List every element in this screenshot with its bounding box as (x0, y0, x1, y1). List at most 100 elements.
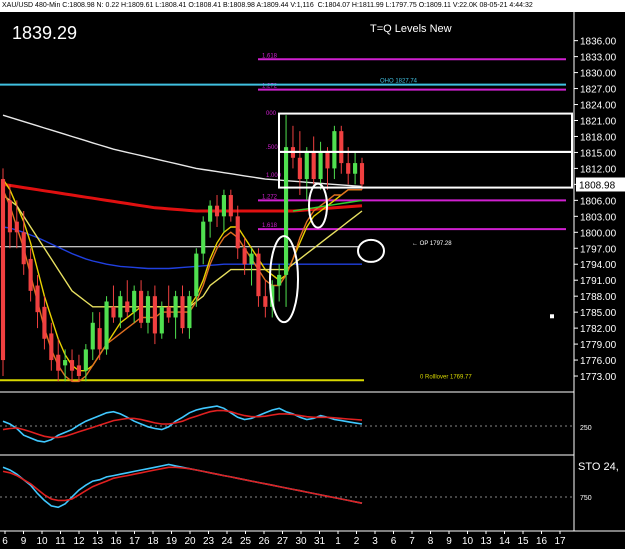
candle (359, 157, 365, 190)
annotation-circle (357, 238, 385, 263)
candle (339, 125, 344, 174)
candle-body (76, 365, 82, 377)
y-tick-label: 1812.00 (580, 164, 617, 175)
candle (111, 285, 116, 323)
price-chart[interactable]: 1836.001833.001830.001827.001824.001821.… (0, 0, 625, 549)
x-tick-label: 1 (335, 536, 341, 547)
y-tick-label: 1788.00 (580, 292, 617, 303)
big-price-display: 1839.29 (12, 23, 78, 43)
y-tick-label: 1785.00 (580, 308, 617, 319)
candle-body (7, 200, 12, 233)
candle-body (49, 333, 54, 361)
y-tick-label: 1836.00 (580, 37, 617, 48)
chart-title: T=Q Levels New (370, 23, 452, 35)
candle (311, 136, 316, 185)
candle (139, 280, 144, 329)
candle (28, 248, 33, 302)
candle-body (339, 131, 344, 164)
candle (228, 189, 233, 222)
candle (304, 147, 309, 201)
candle-body (152, 296, 157, 334)
candle-body (14, 221, 19, 233)
x-tick-label: 31 (314, 536, 326, 547)
candle (297, 131, 302, 196)
stochastic-line-1 (2, 466, 363, 504)
y-tick-label: 1782.00 (580, 324, 617, 335)
candle-body (332, 131, 337, 169)
candle-body (0, 179, 6, 361)
candle (235, 205, 240, 259)
candle-body (35, 285, 40, 313)
candle (214, 195, 220, 227)
candle (49, 322, 54, 371)
level-label: 1.272 (262, 194, 278, 200)
candle-body (118, 296, 123, 318)
candle (90, 312, 95, 361)
y-tick-label: 1779.00 (580, 340, 617, 351)
x-tick-label: 17 (554, 536, 566, 547)
moving-average-blue (2, 226, 362, 270)
candle-body (28, 258, 33, 291)
candle-body (221, 195, 226, 217)
x-tick-label: 9 (21, 536, 27, 547)
chart-window: XAU/USD 480-Min C:1808.98 N: 0.22 H:1809… (0, 0, 625, 549)
x-tick-label: 23 (203, 536, 215, 547)
y-tick-label: 1830.00 (580, 69, 617, 80)
oscillator-line-0 (2, 405, 363, 443)
y-tick-label: 1818.00 (580, 132, 617, 143)
candle-body (318, 152, 323, 180)
candle-body (201, 221, 206, 254)
x-tick-label: 13 (92, 536, 104, 547)
candle (221, 189, 226, 233)
y-tick-label: 1776.00 (580, 356, 617, 367)
candle (21, 211, 26, 275)
candle-body (83, 349, 88, 371)
y-tick-label: 1821.00 (580, 117, 617, 128)
x-tick-label: 16 (110, 536, 122, 547)
x-tick-label: 17 (129, 536, 141, 547)
y-tick-label: 1815.00 (580, 148, 617, 159)
stochastic-label: STO 24, (578, 461, 619, 473)
annotation-box-lower (278, 150, 573, 189)
y-tick-label: 1806.00 (580, 196, 617, 207)
candle-body (311, 152, 316, 180)
candle-body (159, 306, 164, 334)
candle (104, 296, 109, 355)
candle (42, 296, 47, 350)
x-tick-label: 15 (517, 536, 529, 547)
y-tick-label: 1800.00 (580, 228, 617, 239)
candle-body (228, 195, 233, 217)
x-tick-label: 30 (295, 536, 307, 547)
x-tick-label: 14 (499, 536, 511, 547)
candle (208, 200, 213, 238)
candle (159, 301, 164, 339)
x-tick-label: 8 (428, 536, 434, 547)
candle-body (139, 290, 144, 323)
level-label: 1.618 (262, 223, 278, 229)
candle (145, 290, 151, 334)
x-tick-label: 6 (2, 536, 8, 547)
level-label: OHO 1827.74 (380, 79, 418, 85)
y-tick-label: 1773.00 (580, 372, 617, 383)
x-tick-label: 7 (409, 536, 415, 547)
x-tick-label: 2 (354, 536, 360, 547)
candle (166, 285, 171, 323)
candle-body (56, 354, 61, 371)
x-tick-label: 6 (391, 536, 397, 547)
candle-body (180, 296, 185, 329)
candle-body (359, 163, 365, 185)
candle-body (42, 306, 47, 339)
y-tick-label: 1794.00 (580, 260, 617, 271)
candle (353, 152, 358, 185)
fib-label: .500 (266, 145, 278, 151)
candle (132, 285, 137, 323)
candle (83, 344, 88, 382)
candle-body (346, 163, 351, 174)
x-tick-label: 25 (240, 536, 252, 547)
candle (187, 290, 192, 339)
y-tick-label: 1797.00 (580, 244, 617, 255)
candle (69, 349, 75, 382)
candle (125, 280, 130, 318)
candle-body (187, 296, 192, 329)
x-tick-label: 9 (446, 536, 452, 547)
